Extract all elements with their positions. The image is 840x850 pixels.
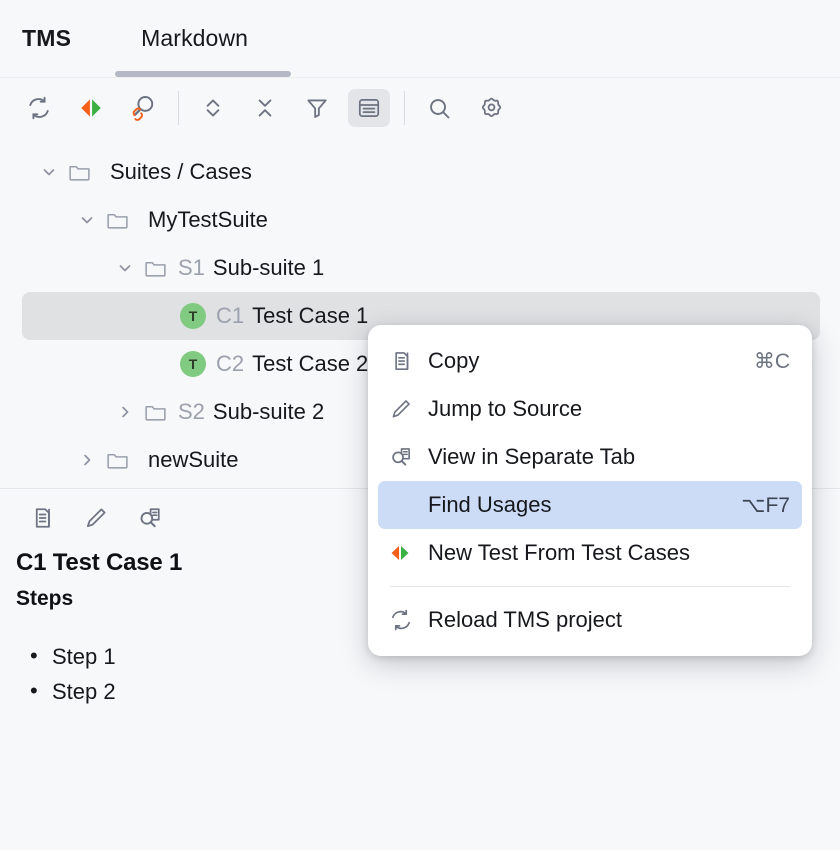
folder-icon [140, 256, 170, 281]
tree-row-mytestsuite[interactable]: MyTestSuite [22, 196, 820, 244]
collapse-all-icon [252, 95, 278, 121]
reload-icon [388, 607, 422, 633]
tree-row-key: S2 [178, 399, 205, 424]
folder-icon [102, 208, 132, 233]
new-test-icon [388, 541, 422, 565]
tree-row-label: newSuite [148, 447, 239, 472]
tree-row-label: MyTestSuite [148, 207, 268, 232]
tab-markdown[interactable]: Markdown [133, 25, 256, 52]
menu-item-shortcut: ⌘C [753, 349, 790, 373]
twisty-collapsed-icon[interactable] [110, 402, 140, 422]
menu-item-label: Find Usages [428, 492, 552, 517]
test-case-badge-icon: T [178, 351, 208, 377]
twisty-expanded-icon[interactable] [110, 258, 140, 278]
detail-view-separate-tab-button[interactable] [130, 500, 170, 536]
tree-row-sub-suite-1[interactable]: S1 Sub-suite 1 [22, 244, 820, 292]
menu-item-label: View in Separate Tab [428, 444, 636, 469]
twisty-expanded-icon[interactable] [72, 210, 102, 230]
folder-icon [64, 160, 94, 185]
reload-icon [25, 94, 53, 122]
folder-icon [102, 448, 132, 473]
active-tab-indicator [115, 71, 291, 77]
menu-item-label: Jump to Source [428, 396, 583, 421]
tree-row-key: C2 [216, 351, 245, 376]
search-icon [426, 95, 453, 122]
panel-title: TMS [22, 25, 72, 51]
toolbar-separator-2 [404, 91, 405, 125]
detail-edit-button[interactable] [76, 500, 116, 536]
edit-pencil-icon [82, 504, 110, 532]
menu-separator [390, 586, 790, 587]
tree-row-label: Test Case 1 [252, 303, 369, 328]
tree-row-label: Test Case 2 [252, 351, 369, 376]
test-badge-letter: T [180, 303, 206, 329]
search-button[interactable] [418, 89, 460, 127]
show-description-icon [356, 95, 382, 121]
new-test-icon [78, 95, 104, 121]
expand-all-icon [200, 95, 226, 121]
context-menu: Copy ⌘C Jump to Source View in Separate … [368, 325, 812, 656]
collapse-all-button[interactable] [244, 89, 286, 127]
menu-item-reload-tms-project[interactable]: Reload TMS project [378, 596, 802, 644]
detail-copy-button[interactable] [22, 500, 62, 536]
new-test-button[interactable] [70, 89, 112, 127]
menu-item-copy[interactable]: Copy ⌘C [378, 337, 802, 385]
menu-item-view-in-separate-tab[interactable]: View in Separate Tab [378, 433, 802, 481]
edit-pencil-icon [388, 396, 422, 422]
folder-icon [140, 400, 170, 425]
list-item: Step 2 [30, 673, 818, 709]
tree-toolbar [0, 78, 840, 138]
test-badge-letter: T [180, 351, 206, 377]
settings-button[interactable] [470, 89, 512, 127]
menu-item-label: New Test From Test Cases [428, 540, 691, 565]
tree-row-label: Sub-suite 2 [212, 399, 325, 424]
view-separate-tab-icon [388, 444, 422, 470]
filter-icon [304, 95, 330, 121]
menu-item-label: Copy [428, 348, 480, 373]
tree-row-key: C1 [216, 303, 245, 328]
test-case-badge-icon: T [178, 303, 208, 329]
menu-item-new-test-from-test-cases[interactable]: New Test From Test Cases [378, 529, 802, 577]
menu-item-label: Reload TMS project [428, 607, 623, 632]
twisty-collapsed-icon[interactable] [72, 450, 102, 470]
tree-row-label: Sub-suite 1 [212, 255, 325, 280]
settings-gear-icon [478, 95, 505, 122]
twisty-expanded-icon[interactable] [34, 162, 64, 182]
find-linked-button[interactable] [122, 89, 164, 127]
reload-button[interactable] [18, 89, 60, 127]
copy-icon [388, 348, 422, 374]
menu-item-shortcut: ⌥F7 [741, 493, 790, 517]
show-description-button[interactable] [348, 89, 390, 127]
filter-button[interactable] [296, 89, 338, 127]
tab-strip: TMS Markdown [0, 0, 840, 78]
expand-all-button[interactable] [192, 89, 234, 127]
menu-item-jump-to-source[interactable]: Jump to Source [378, 385, 802, 433]
tree-row-key: S1 [178, 255, 205, 280]
view-separate-tab-icon [136, 504, 164, 532]
menu-item-find-usages[interactable]: Find Usages ⌥F7 [378, 481, 802, 529]
tree-row-suites-cases[interactable]: Suites / Cases [22, 148, 820, 196]
tree-row-label: Suites / Cases [110, 159, 252, 184]
copy-icon [28, 504, 56, 532]
toolbar-separator-1 [178, 91, 179, 125]
find-linked-icon [128, 93, 158, 123]
